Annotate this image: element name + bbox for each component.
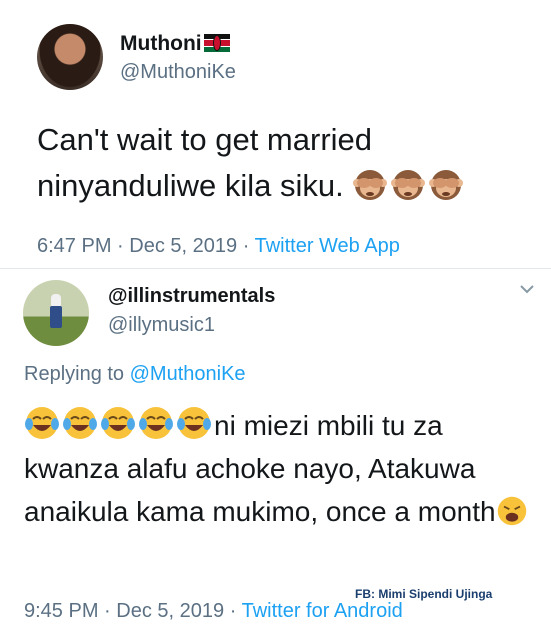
tweet-date[interactable]: Dec 5, 2019 — [116, 600, 224, 622]
tweet-time[interactable]: 6:47 PM — [37, 235, 111, 257]
replying-to-link[interactable]: @MuthoniKe — [130, 363, 246, 385]
chevron-down-icon[interactable] — [519, 284, 535, 294]
avatar-muthoni[interactable] — [37, 24, 103, 90]
tears-of-joy-icon — [101, 407, 135, 439]
tweet-client-link[interactable]: Twitter for Android — [242, 600, 403, 622]
tweet-meta: 6:47 PM · Dec 5, 2019 · Twitter Web App — [37, 235, 400, 257]
tears-of-joy-icon — [177, 407, 211, 439]
watermark: FB: Mimi Sipendi Ujinga — [355, 587, 493, 601]
author-name[interactable]: @illinstrumentals — [108, 285, 275, 308]
see-no-evil-monkey-icon — [353, 170, 388, 200]
tweet-meta: 9:45 PM · Dec 5, 2019 · Twitter for Andr… — [24, 600, 403, 622]
author-handle[interactable]: @MuthoniKe — [120, 61, 236, 84]
tears-of-joy-icon — [25, 407, 59, 439]
see-no-evil-monkey-icon — [429, 170, 464, 200]
author-name[interactable]: Muthoni — [120, 32, 230, 56]
tweet-client-link[interactable]: Twitter Web App — [255, 235, 400, 257]
tweet-date[interactable]: Dec 5, 2019 — [129, 235, 237, 257]
tears-of-joy-icon — [139, 407, 173, 439]
tweet-time[interactable]: 9:45 PM — [24, 600, 98, 622]
author-handle[interactable]: @illymusic1 — [108, 314, 215, 337]
divider — [0, 268, 551, 269]
tweet-text: ni miezi mbili tu za kwanza alafu achoke… — [24, 404, 534, 533]
avatar-illinstrumentals[interactable] — [23, 280, 89, 346]
tweet-text: Can't wait to get married ninyanduliwe k… — [37, 117, 537, 209]
kenya-flag-icon — [203, 34, 230, 52]
see-no-evil-monkey-icon — [391, 170, 426, 200]
tears-of-joy-icon — [63, 407, 97, 439]
weary-face-icon — [497, 496, 526, 526]
replying-to: Replying to @MuthoniKe — [24, 363, 246, 385]
